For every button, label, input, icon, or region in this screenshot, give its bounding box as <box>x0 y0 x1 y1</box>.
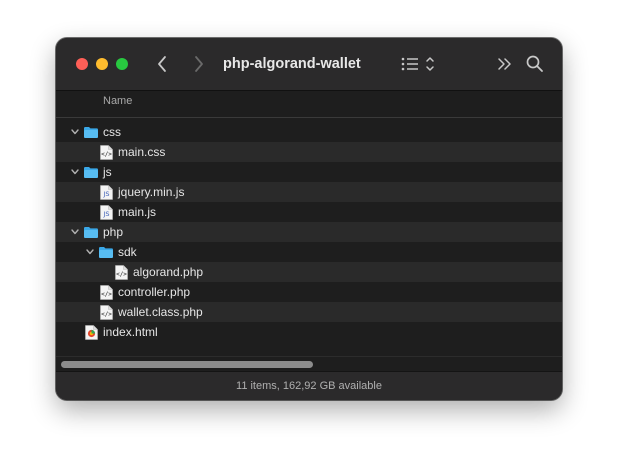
item-name: main.css <box>118 145 166 159</box>
file-row[interactable]: index.html <box>56 322 562 342</box>
svg-text:</>: </> <box>101 311 112 318</box>
list-view-icon <box>401 57 418 71</box>
folder-icon <box>83 225 99 239</box>
code-file-icon: </> <box>100 145 113 160</box>
item-name: index.html <box>103 325 158 339</box>
window-title: php-algorand-wallet <box>223 56 361 72</box>
item-name: php <box>103 225 124 239</box>
status-bar: 11 items, 162,92 GB available <box>56 371 562 400</box>
folder-row[interactable]: sdk <box>56 242 562 262</box>
back-button[interactable] <box>152 53 174 75</box>
javascript-file-icon: JS <box>100 185 113 200</box>
name-column-header[interactable]: Name <box>103 95 132 107</box>
disclosure-chevron-down-icon[interactable] <box>85 247 95 257</box>
folder-icon <box>83 125 99 139</box>
magnifier-icon <box>526 55 543 72</box>
folder-row[interactable]: php <box>56 222 562 242</box>
html-file-icon <box>85 325 98 340</box>
item-name: controller.php <box>118 285 191 299</box>
folder-icon <box>98 245 114 259</box>
double-chevron-right-icon <box>498 58 511 70</box>
file-row[interactable]: </> main.css <box>56 142 562 162</box>
more-toolbar-button[interactable] <box>496 53 514 75</box>
svg-text:JS: JS <box>102 210 109 218</box>
file-list: css </> main.css js JS jquery.min.js JS main.js… <box>56 122 562 342</box>
item-name: main.js <box>118 205 157 219</box>
search-button[interactable] <box>525 53 545 75</box>
code-file-icon: </> <box>100 305 113 320</box>
file-row[interactable]: JS jquery.min.js <box>56 182 562 202</box>
finder-window: php-algorand-wallet Name css </> main.cs… <box>56 38 562 400</box>
close-button[interactable] <box>76 58 88 70</box>
horizontal-scrollbar[interactable] <box>56 356 562 371</box>
javascript-file-icon: JS <box>100 205 113 220</box>
disclosure-chevron-down-icon[interactable] <box>70 167 80 177</box>
item-name: algorand.php <box>133 265 204 279</box>
item-name: js <box>103 165 112 179</box>
code-file-icon: </> <box>100 285 113 300</box>
item-name: jquery.min.js <box>118 185 185 199</box>
chevron-right-icon <box>195 56 203 72</box>
file-row[interactable]: </> algorand.php <box>56 262 562 282</box>
folder-row[interactable]: js <box>56 162 562 182</box>
forward-button[interactable] <box>187 53 209 75</box>
zoom-button[interactable] <box>116 58 128 70</box>
item-name: wallet.class.php <box>118 305 203 319</box>
svg-text:JS: JS <box>102 190 109 198</box>
file-row[interactable]: </> controller.php <box>56 282 562 302</box>
column-header: Name <box>56 91 562 118</box>
view-options-button[interactable] <box>400 53 438 75</box>
file-row[interactable]: </> wallet.class.php <box>56 302 562 322</box>
item-name: sdk <box>118 245 137 259</box>
disclosure-chevron-down-icon[interactable] <box>70 127 80 137</box>
file-row[interactable]: JS main.js <box>56 202 562 222</box>
folder-row[interactable]: css <box>56 122 562 142</box>
title-bar: php-algorand-wallet <box>56 38 562 91</box>
chevron-left-icon <box>158 56 166 72</box>
folder-icon <box>83 165 99 179</box>
up-down-chevron-icon <box>426 57 434 71</box>
item-name: css <box>103 125 121 139</box>
status-text: 11 items, 162,92 GB available <box>236 380 382 392</box>
scrollbar-thumb[interactable] <box>61 361 313 368</box>
svg-text:</>: </> <box>101 291 112 298</box>
disclosure-chevron-down-icon[interactable] <box>70 227 80 237</box>
minimize-button[interactable] <box>96 58 108 70</box>
svg-text:</>: </> <box>101 151 112 158</box>
code-file-icon: </> <box>115 265 128 280</box>
svg-text:</>: </> <box>116 271 127 278</box>
